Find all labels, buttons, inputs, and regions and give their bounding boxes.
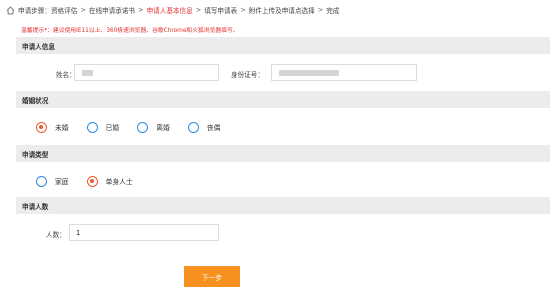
redacted-name	[82, 70, 93, 76]
redacted-id-number	[279, 70, 339, 76]
count-input[interactable]: 1	[69, 224, 219, 241]
breadcrumb-step-upload: 附件上传及申请点选择	[248, 7, 315, 15]
apply-type-options: 家庭 单身人士	[36, 174, 151, 188]
breadcrumb-step-commitment: 在线申请承诺书	[88, 7, 136, 15]
radio-label: 家庭	[55, 178, 69, 186]
radio-unchecked-icon	[86, 121, 98, 133]
browser-tip: 温馨提示*：建议使用IE11以上、360极速浏览器、谷歌Chrome和火狐浏览器…	[21, 25, 239, 34]
radio-label: 未婚	[55, 124, 69, 132]
breadcrumb-separator: >	[317, 6, 324, 14]
radio-married[interactable]: 已婚	[86, 121, 120, 133]
tip-label: 温馨提示*：	[21, 28, 53, 34]
radio-widowed[interactable]: 丧偶	[187, 121, 221, 133]
next-step-button[interactable]: 下一步	[184, 266, 240, 287]
breadcrumb-step-basic-info: 申请人基本信息	[146, 7, 193, 15]
radio-checked-icon	[36, 121, 47, 133]
radio-divorced[interactable]: 离婚	[137, 121, 170, 133]
name-input[interactable]	[74, 64, 219, 81]
radio-family[interactable]: 家庭	[36, 175, 69, 187]
radio-checked-icon	[86, 175, 98, 187]
radio-label: 单身人士	[105, 178, 133, 186]
radio-unchecked-icon	[187, 121, 199, 133]
breadcrumb-step-assessment: 申请步骤：资格评估	[18, 7, 78, 15]
breadcrumb-separator: >	[195, 6, 202, 14]
breadcrumb-separator: >	[240, 6, 246, 14]
marital-status-options: 未婚 已婚 离婚 丧偶	[36, 120, 238, 134]
section-applicant-info: 申请人信息	[16, 37, 550, 54]
radio-unchecked-icon	[36, 175, 47, 187]
section-apply-type: 申请类型	[16, 145, 550, 162]
breadcrumb-separator: >	[80, 6, 86, 14]
breadcrumb-separator: >	[138, 6, 144, 14]
radio-label: 已婚	[105, 124, 120, 132]
radio-unmarried[interactable]: 未婚	[36, 121, 69, 133]
section-marital-status: 婚姻状况	[16, 91, 550, 108]
home-icon	[6, 6, 15, 14]
name-label: 姓名：	[56, 71, 76, 79]
radio-single[interactable]: 单身人士	[86, 175, 133, 187]
breadcrumb-step-form: 填写申请表	[204, 7, 238, 15]
radio-label: 丧偶	[206, 124, 221, 132]
radio-label: 离婚	[156, 124, 170, 132]
radio-unchecked-icon	[137, 121, 149, 133]
section-applicant-count: 申请人数	[16, 197, 550, 214]
breadcrumb-step-done: 完成	[326, 7, 340, 15]
count-label: 人数：	[46, 231, 66, 239]
id-number-label: 身份证号：	[231, 71, 264, 79]
tip-text: 建议使用IE11以上、360极速浏览器、谷歌Chrome和火狐浏览器填写。	[52, 28, 239, 34]
breadcrumb: 申请步骤：资格评估 > 在线申请承诺书 > 申请人基本信息 > 填写申请表 > …	[6, 4, 339, 16]
